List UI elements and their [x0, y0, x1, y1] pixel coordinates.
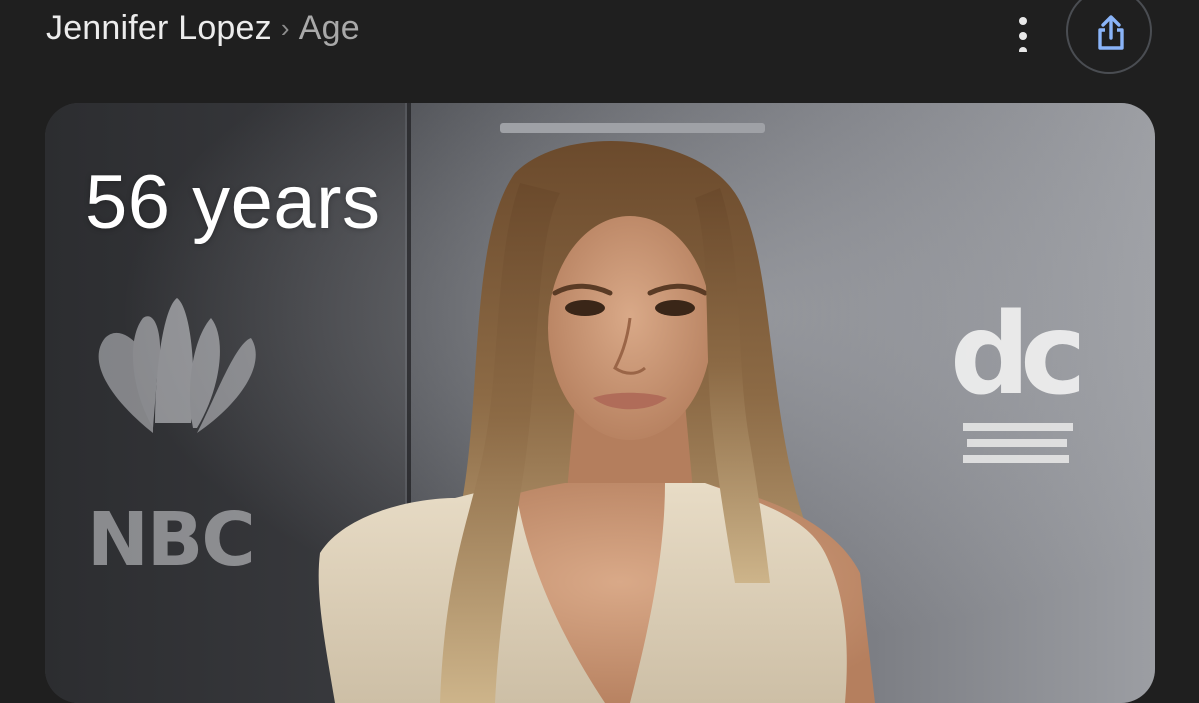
breadcrumb-current: Age [298, 8, 360, 47]
more-options-button[interactable] [1002, 8, 1044, 55]
age-card[interactable]: NBC dc 56 years [45, 103, 1155, 703]
breadcrumb: Jennifer Lopez › Age [46, 6, 360, 50]
breadcrumb-root[interactable]: Jennifer Lopez [46, 9, 272, 48]
breadcrumb-separator: › [280, 12, 290, 43]
share-button[interactable] [1066, 0, 1152, 74]
more-vert-icon [1019, 17, 1027, 55]
age-value: 56 years [85, 160, 381, 245]
svg-text:NBC: NBC [87, 497, 254, 583]
top-bar: Jennifer Lopez › Age [0, 0, 1199, 80]
share-icon [1098, 15, 1124, 50]
svg-text:dc: dc [950, 290, 1079, 420]
